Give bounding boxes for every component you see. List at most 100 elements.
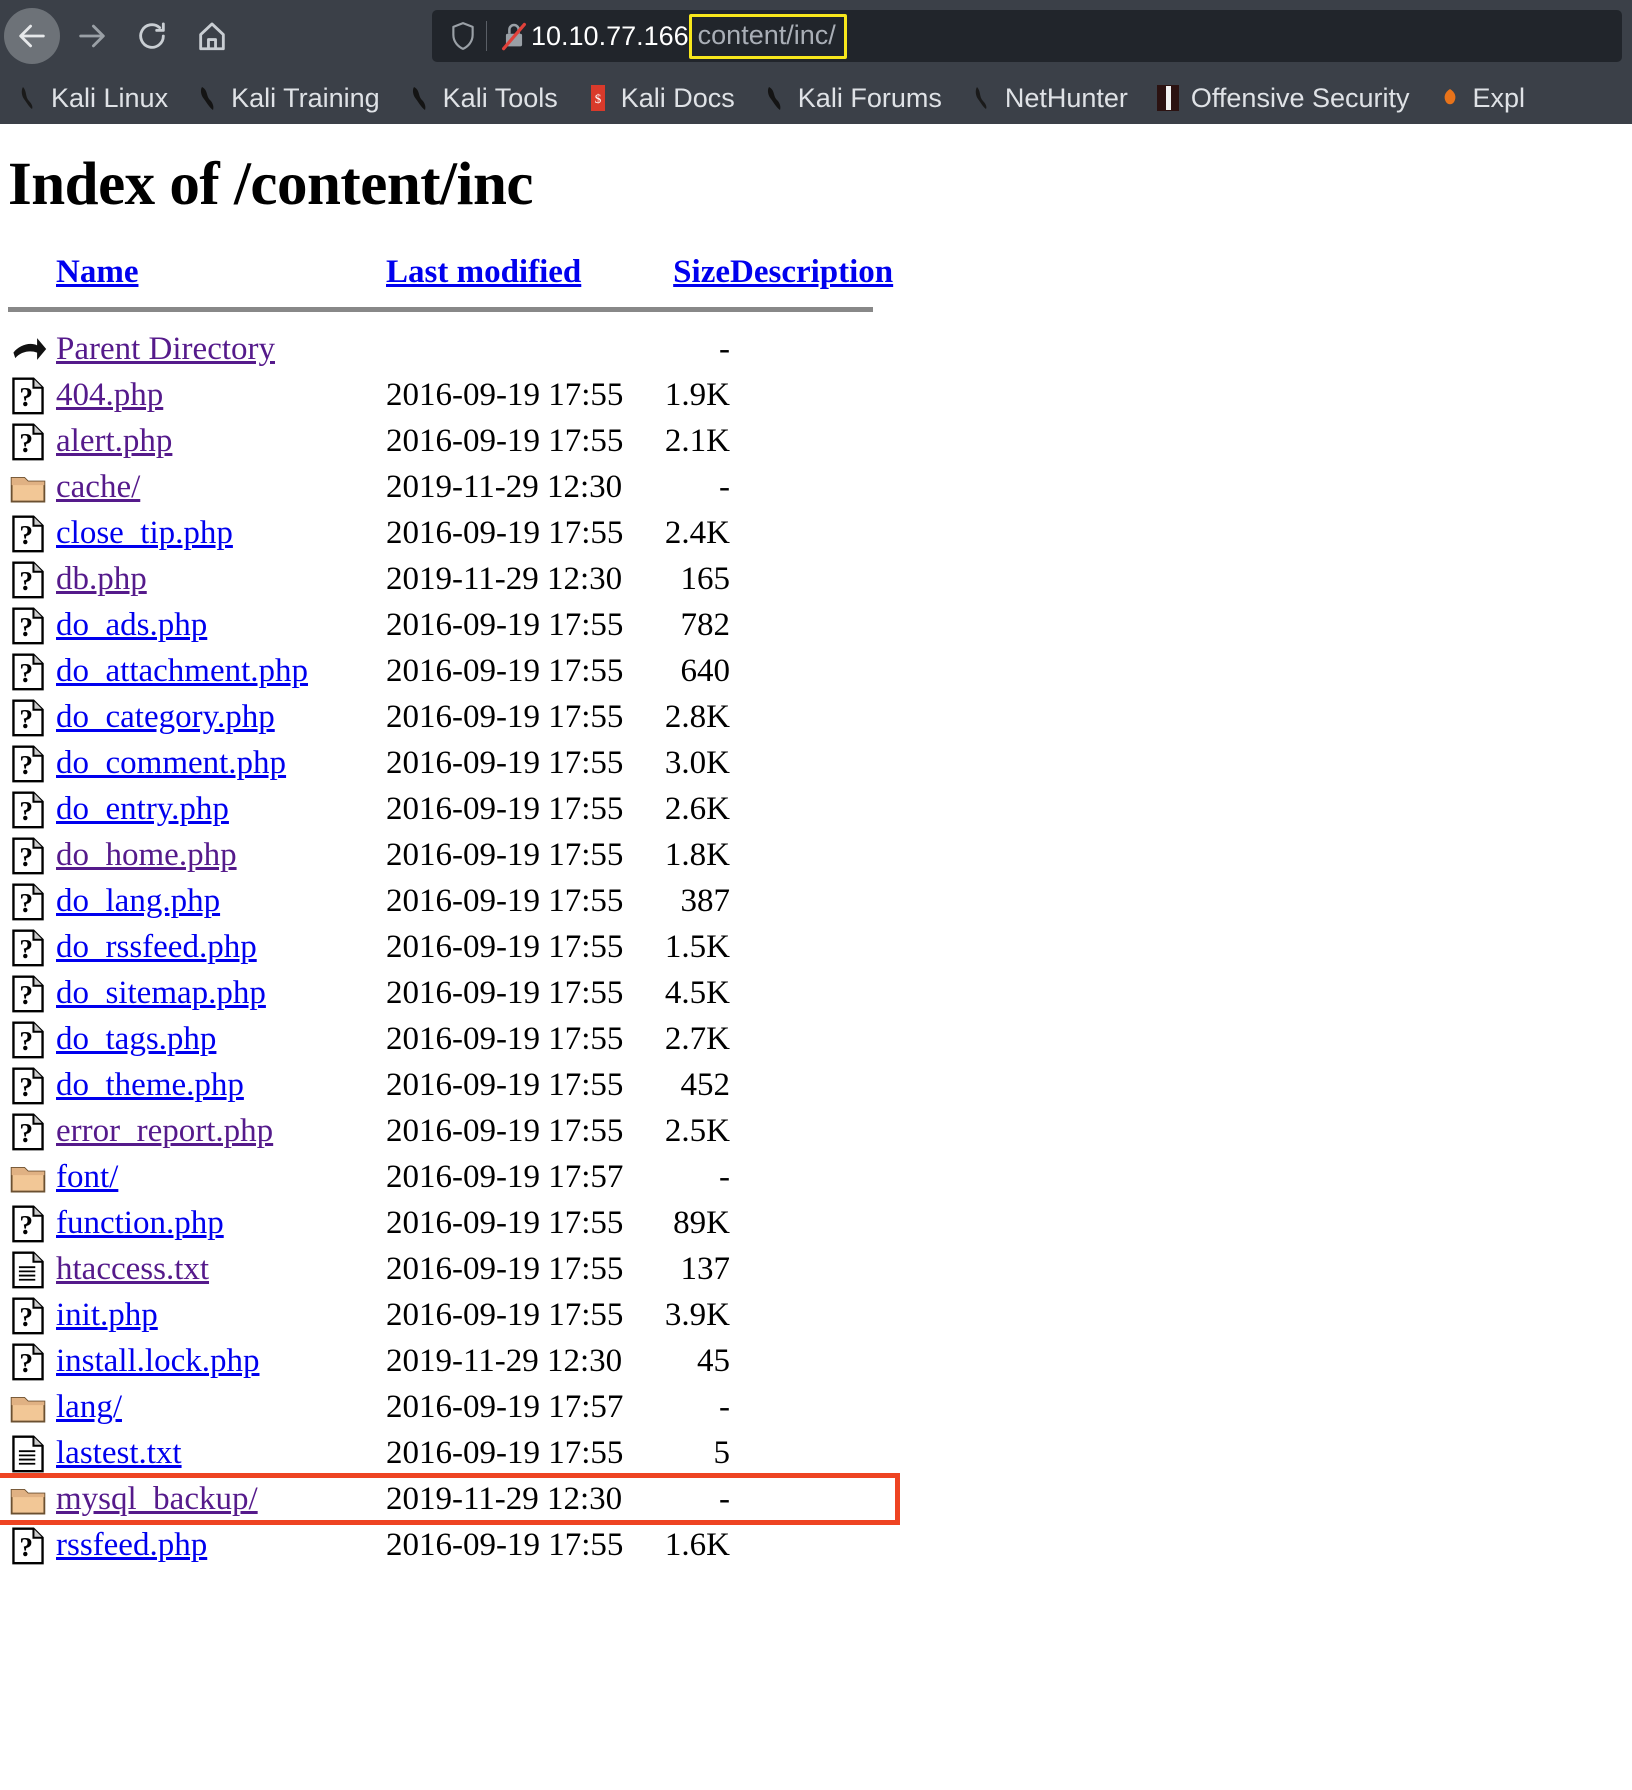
bookmark-label: Offensive Security — [1190, 82, 1410, 113]
file-link[interactable]: do_lang.php — [56, 883, 220, 919]
row-size-cell: 1.5K — [664, 928, 730, 965]
table-row: ? do_theme.php 2016-09-19 17:55 452 — [8, 1062, 893, 1108]
file-link[interactable]: mysql_backup/ — [56, 1481, 258, 1517]
table-header-row: Name Last modified Size Description — [8, 254, 893, 305]
row-name-cell: 404.php — [56, 372, 386, 418]
row-description-cell — [730, 602, 893, 648]
file-link[interactable]: alert.php — [56, 423, 172, 459]
row-description-cell — [730, 1200, 893, 1246]
unknown-file-icon: ? — [12, 1067, 44, 1105]
bookmark-kali-linux[interactable]: Kali Linux — [14, 84, 168, 112]
row-description-cell — [730, 648, 893, 694]
row-date-cell: 2016-09-19 17:55 — [386, 698, 624, 735]
file-link[interactable]: cache/ — [56, 469, 140, 505]
bookmark-kali-training[interactable]: Kali Training — [194, 84, 380, 112]
table-row: lastest.txt 2016-09-19 17:55 5 — [8, 1430, 893, 1476]
table-row: ? db.php 2019-11-29 12:30 165 — [8, 556, 893, 602]
column-icon-spacer — [8, 254, 56, 305]
row-description-cell — [730, 326, 893, 372]
row-description-cell — [730, 1154, 893, 1200]
bookmark-kali-tools[interactable]: Kali Tools — [406, 84, 558, 112]
row-size-cell: 1.8K — [664, 836, 730, 873]
row-icon-cell — [8, 1246, 56, 1292]
row-description-cell — [730, 694, 893, 740]
header-rule-cell — [8, 305, 893, 326]
file-link[interactable]: do_home.php — [56, 837, 237, 873]
row-description-cell — [730, 1062, 893, 1108]
file-link[interactable]: font/ — [56, 1159, 118, 1195]
row-icon-cell: ? — [8, 970, 56, 1016]
file-link[interactable]: lang/ — [56, 1389, 122, 1425]
browser-chrome: 10.10.77.166 content/inc/ Kali Linux Kali… — [0, 0, 1632, 124]
file-link[interactable]: 404.php — [56, 377, 163, 413]
row-date-cell: 2019-11-29 12:30 — [386, 1342, 623, 1379]
row-name-cell: alert.php — [56, 418, 386, 464]
unknown-file-icon: ? — [12, 837, 44, 875]
bookmark-kali-forums[interactable]: Kali Forums — [761, 84, 942, 112]
table-row: ? do_category.php 2016-09-19 17:55 2.8K — [8, 694, 893, 740]
horizontal-rule — [8, 307, 873, 312]
row-date-cell: 2016-09-19 17:55 — [386, 1020, 624, 1057]
file-link[interactable]: close_tip.php — [56, 515, 233, 551]
bookmark-label: Kali Training — [231, 82, 380, 113]
row-date-cell — [386, 326, 654, 372]
file-link[interactable]: Parent Directory — [56, 331, 275, 367]
file-link[interactable]: do_theme.php — [56, 1067, 244, 1103]
file-link[interactable]: db.php — [56, 561, 147, 597]
file-link[interactable]: do_tags.php — [56, 1021, 216, 1057]
bookmark-exploit-db[interactable]: Expl — [1436, 84, 1525, 112]
row-name-cell: do_comment.php — [56, 740, 386, 786]
svg-text:?: ? — [19, 1026, 33, 1056]
table-row: ? init.php 2016-09-19 17:55 3.9K — [8, 1292, 893, 1338]
row-date-cell: 2016-09-19 17:55 — [386, 1434, 624, 1471]
bookmark-label: Kali Linux — [51, 82, 169, 113]
row-date-cell: 2016-09-19 17:55 — [386, 652, 624, 689]
svg-text:$: $ — [595, 91, 602, 106]
bookmark-offensive-security[interactable]: Offensive Security — [1154, 84, 1410, 112]
column-header-size[interactable]: Size — [654, 254, 730, 305]
file-link[interactable]: do_category.php — [56, 699, 275, 735]
file-link[interactable]: do_sitemap.php — [56, 975, 266, 1011]
url-path-highlight: content/inc/ — [688, 13, 847, 59]
table-row: ? alert.php 2016-09-19 17:55 2.1K — [8, 418, 893, 464]
file-link[interactable]: install.lock.php — [56, 1343, 259, 1379]
file-link[interactable]: do_ads.php — [56, 607, 207, 643]
row-description-cell — [730, 1430, 893, 1476]
column-header-last-modified[interactable]: Last modified — [386, 254, 654, 305]
forward-button[interactable] — [64, 8, 120, 64]
file-link[interactable]: lastest.txt — [56, 1435, 182, 1471]
home-button[interactable] — [184, 8, 240, 64]
file-link[interactable]: function.php — [56, 1205, 224, 1241]
file-link[interactable]: rssfeed.php — [56, 1527, 207, 1563]
column-header-description[interactable]: Description — [730, 254, 893, 305]
row-date-cell: 2016-09-19 17:55 — [386, 376, 624, 413]
bookmark-nethunter[interactable]: NetHunter — [968, 84, 1128, 112]
unknown-file-icon: ? — [12, 1205, 44, 1243]
shield-icon[interactable] — [446, 21, 480, 51]
file-link[interactable]: error_report.php — [56, 1113, 273, 1149]
file-link[interactable]: do_rssfeed.php — [56, 929, 257, 965]
address-bar[interactable]: 10.10.77.166 content/inc/ — [432, 10, 1622, 62]
row-size-cell: 5 — [713, 1434, 731, 1471]
file-link[interactable]: do_entry.php — [56, 791, 229, 827]
home-icon — [199, 22, 225, 51]
row-icon-cell: ? — [8, 648, 56, 694]
row-icon-cell — [8, 1154, 56, 1200]
row-name-cell: font/ — [56, 1154, 386, 1200]
reload-icon — [139, 22, 165, 49]
lock-crossed-out-icon[interactable] — [497, 21, 531, 51]
file-link[interactable]: do_attachment.php — [56, 653, 308, 689]
svg-text:?: ? — [19, 796, 33, 826]
file-link[interactable]: init.php — [56, 1297, 158, 1333]
table-row: ? do_entry.php 2016-09-19 17:55 2.6K — [8, 786, 893, 832]
bookmark-kali-docs[interactable]: $ Kali Docs — [584, 84, 735, 112]
unknown-file-icon: ? — [12, 975, 44, 1013]
reload-button[interactable] — [124, 8, 180, 64]
table-row: ? close_tip.php 2016-09-19 17:55 2.4K — [8, 510, 893, 556]
svg-text:?: ? — [19, 1302, 33, 1332]
column-header-name[interactable]: Name — [56, 254, 386, 305]
row-description-cell — [730, 372, 893, 418]
file-link[interactable]: do_comment.php — [56, 745, 286, 781]
back-button[interactable] — [4, 8, 60, 64]
file-link[interactable]: htaccess.txt — [56, 1251, 209, 1287]
